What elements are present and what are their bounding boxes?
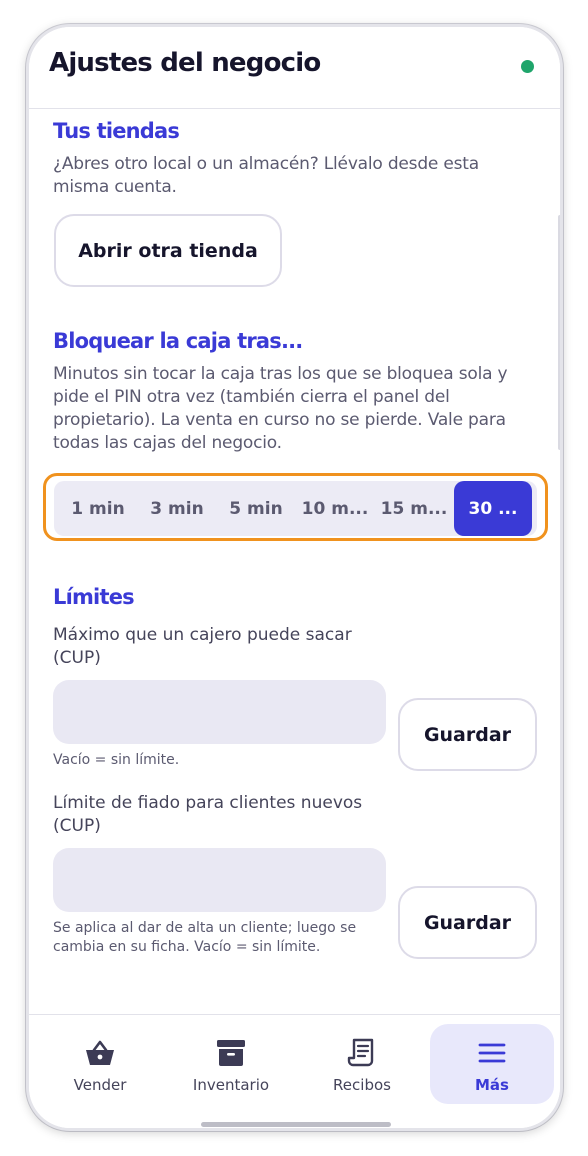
nav-item-recibos[interactable]: Recibos: [300, 1024, 424, 1104]
lock-timeout-highlight: 1 min 3 min 5 min 10 m... 15 m... 30 ...: [43, 473, 548, 541]
home-indicator: [201, 1122, 391, 1127]
credit-limit-input[interactable]: [53, 848, 386, 912]
settings-content[interactable]: Tus tiendas ¿Abres otro local o un almac…: [29, 109, 560, 1014]
scrollbar[interactable]: [558, 215, 560, 450]
credit-limit-hint: Se aplica al dar de alta un cliente; lue…: [53, 920, 357, 955]
lock-timeout-selector: 1 min 3 min 5 min 10 m... 15 m... 30 ...: [54, 481, 537, 536]
lock-option-1-min[interactable]: 1 min: [59, 481, 137, 536]
cashier-max-input[interactable]: [53, 680, 386, 744]
stores-section-title: Tus tiendas: [53, 119, 180, 143]
basket-icon: [86, 1040, 114, 1065]
nav-item-inventario[interactable]: Inventario: [169, 1024, 293, 1104]
online-status-dot: [521, 60, 534, 73]
archive-box-icon: [217, 1040, 245, 1066]
receipt-icon: [347, 1038, 374, 1067]
lock-section-title: Bloquear la caja tras...: [53, 329, 303, 353]
lock-option-30-min[interactable]: 30 ...: [454, 481, 532, 536]
lock-option-15-min[interactable]: 15 m...: [375, 481, 453, 536]
cashier-max-hint: Vacío = sin límite.: [53, 752, 180, 768]
page-title: Ajustes del negocio: [49, 48, 321, 78]
nav-label-recibos: Recibos: [333, 1076, 391, 1094]
credit-limit-label: Límite de fiado para clientes nuevos (CU…: [53, 793, 363, 836]
app-header: Ajustes del negocio: [29, 27, 560, 109]
lock-option-10-min[interactable]: 10 m...: [296, 481, 374, 536]
stores-description: ¿Abres otro local o un almacén? Llévalo …: [53, 154, 479, 197]
open-new-store-button[interactable]: Abrir otra tienda: [54, 214, 282, 287]
lock-option-3-min[interactable]: 3 min: [138, 481, 216, 536]
limits-section-title: Límites: [53, 585, 135, 609]
nav-item-vender[interactable]: Vender: [38, 1024, 162, 1104]
bottom-navigation: Vender Inventario Recibos Más: [29, 1014, 560, 1128]
phone-frame: Ajustes del negocio Tus tiendas ¿Abres o…: [26, 24, 563, 1131]
nav-label-vender: Vender: [73, 1076, 127, 1094]
lock-description: Minutos sin tocar la caja tras los que s…: [53, 364, 508, 453]
menu-icon: [478, 1043, 506, 1063]
nav-label-mas: Más: [475, 1076, 509, 1094]
save-credit-limit-button[interactable]: Guardar: [398, 886, 537, 959]
cashier-max-label: Máximo que un cajero puede sacar (CUP): [53, 625, 352, 668]
nav-label-inventario: Inventario: [192, 1076, 270, 1094]
lock-option-5-min[interactable]: 5 min: [217, 481, 295, 536]
nav-item-mas[interactable]: Más: [430, 1024, 554, 1104]
save-cashier-max-button[interactable]: Guardar: [398, 698, 537, 771]
